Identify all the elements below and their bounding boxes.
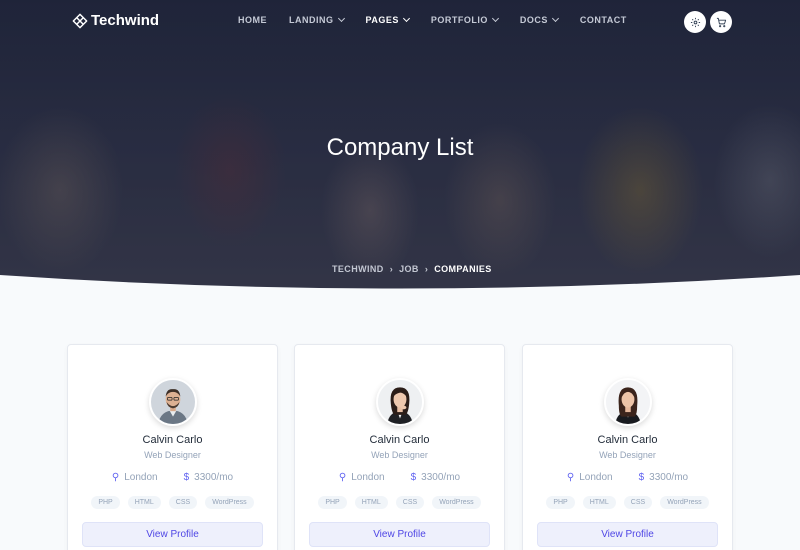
chevron-down-icon	[491, 14, 499, 23]
chevron-right-icon: ›	[389, 264, 394, 274]
profile-location: London	[124, 472, 158, 483]
profile-meta: ⚲ London $3300/mo	[295, 472, 504, 483]
skill-tag: HTML	[354, 496, 388, 509]
view-profile-button[interactable]: View Profile	[537, 522, 718, 547]
skill-tag: WordPress	[660, 496, 709, 509]
skill-tag: CSS	[623, 496, 653, 509]
map-pin-icon: ⚲	[566, 472, 575, 483]
profile-location: London	[579, 472, 613, 483]
map-pin-icon: ⚲	[111, 472, 120, 483]
top-navbar: Techwind HOME LANDING PAGES PORTFOLIO DO…	[0, 0, 800, 44]
map-pin-icon: ⚲	[338, 472, 347, 483]
chevron-down-icon	[337, 14, 345, 23]
nav-home[interactable]: HOME	[238, 15, 267, 25]
nav-contact-label: CONTACT	[579, 15, 627, 25]
profile-meta: ⚲ London $3300/mo	[68, 472, 277, 483]
brand-logo[interactable]: Techwind	[72, 12, 159, 29]
breadcrumb-techwind[interactable]: TECHWIND	[332, 264, 384, 274]
logo-icon	[72, 13, 88, 28]
profile-location: London	[351, 472, 385, 483]
profile-name: Calvin Carlo	[369, 434, 430, 446]
main-menu: HOME LANDING PAGES PORTFOLIO DOCS CONTAC…	[238, 14, 649, 25]
chevron-down-icon	[551, 14, 559, 23]
nav-landing[interactable]: LANDING	[289, 14, 345, 25]
nav-pages-label: PAGES	[365, 15, 399, 25]
profile-card: Calvin Carlo Web Designer ⚲ London $3300/…	[294, 344, 505, 550]
skill-tag: HTML	[582, 496, 616, 509]
profile-name: Calvin Carlo	[142, 434, 203, 446]
nav-portfolio[interactable]: PORTFOLIO	[430, 14, 499, 25]
skill-tag: CSS	[168, 496, 198, 509]
cart-button[interactable]	[710, 11, 732, 33]
avatar-image	[606, 380, 650, 424]
nav-home-label: HOME	[238, 15, 267, 25]
breadcrumb-job[interactable]: JOB	[399, 264, 419, 274]
breadcrumb: TECHWIND › JOB › COMPANIES	[332, 264, 492, 274]
dollar-icon: $	[410, 472, 417, 483]
skill-tag: WordPress	[205, 496, 254, 509]
skill-tag: CSS	[395, 496, 425, 509]
avatar	[376, 378, 424, 426]
dollar-icon: $	[638, 472, 645, 483]
view-profile-button[interactable]: View Profile	[82, 522, 263, 547]
nav-portfolio-label: PORTFOLIO	[430, 15, 488, 25]
nav-pages[interactable]: PAGES	[365, 14, 410, 25]
cart-icon	[716, 17, 726, 27]
profile-salary: 3300/mo	[649, 472, 689, 483]
skill-tags: PHP HTML CSS WordPress	[68, 496, 277, 509]
profile-card: Calvin Carlo Web Designer ⚲ London $3300/…	[522, 344, 733, 550]
skill-tag: PHP	[318, 496, 347, 509]
skill-tags: PHP HTML CSS WordPress	[523, 496, 732, 509]
profile-salary: 3300/mo	[421, 472, 461, 483]
skill-tag: WordPress	[432, 496, 481, 509]
brand-name: Techwind	[91, 12, 160, 29]
page-title: Company List	[326, 134, 474, 161]
view-profile-button[interactable]: View Profile	[309, 522, 490, 547]
skill-tags: PHP HTML CSS WordPress	[295, 496, 504, 509]
dollar-icon: $	[183, 472, 190, 483]
nav-docs-label: DOCS	[519, 15, 548, 25]
profile-role: Web Designer	[144, 450, 201, 460]
skill-tag: PHP	[91, 496, 120, 509]
profile-role: Web Designer	[371, 450, 428, 460]
avatar	[604, 378, 652, 426]
avatar-image	[378, 380, 422, 424]
settings-button[interactable]	[684, 11, 706, 33]
nav-landing-label: LANDING	[289, 15, 334, 25]
profile-role: Web Designer	[599, 450, 656, 460]
profile-meta: ⚲ London $3300/mo	[523, 472, 732, 483]
chevron-right-icon: ›	[424, 264, 429, 274]
avatar	[149, 378, 197, 426]
nav-docs[interactable]: DOCS	[519, 14, 559, 25]
chevron-down-icon	[402, 14, 410, 23]
profile-name: Calvin Carlo	[597, 434, 658, 446]
nav-contact[interactable]: CONTACT	[580, 15, 627, 25]
breadcrumb-companies: COMPANIES	[434, 264, 492, 274]
avatar-image	[151, 380, 195, 424]
skill-tag: PHP	[546, 496, 575, 509]
profile-salary: 3300/mo	[194, 472, 234, 483]
profile-card: Calvin Carlo Web Designer ⚲ London $3300/…	[67, 344, 278, 550]
hero-curve-divider	[0, 275, 800, 310]
skill-tag: HTML	[127, 496, 161, 509]
settings-icon	[690, 17, 700, 27]
